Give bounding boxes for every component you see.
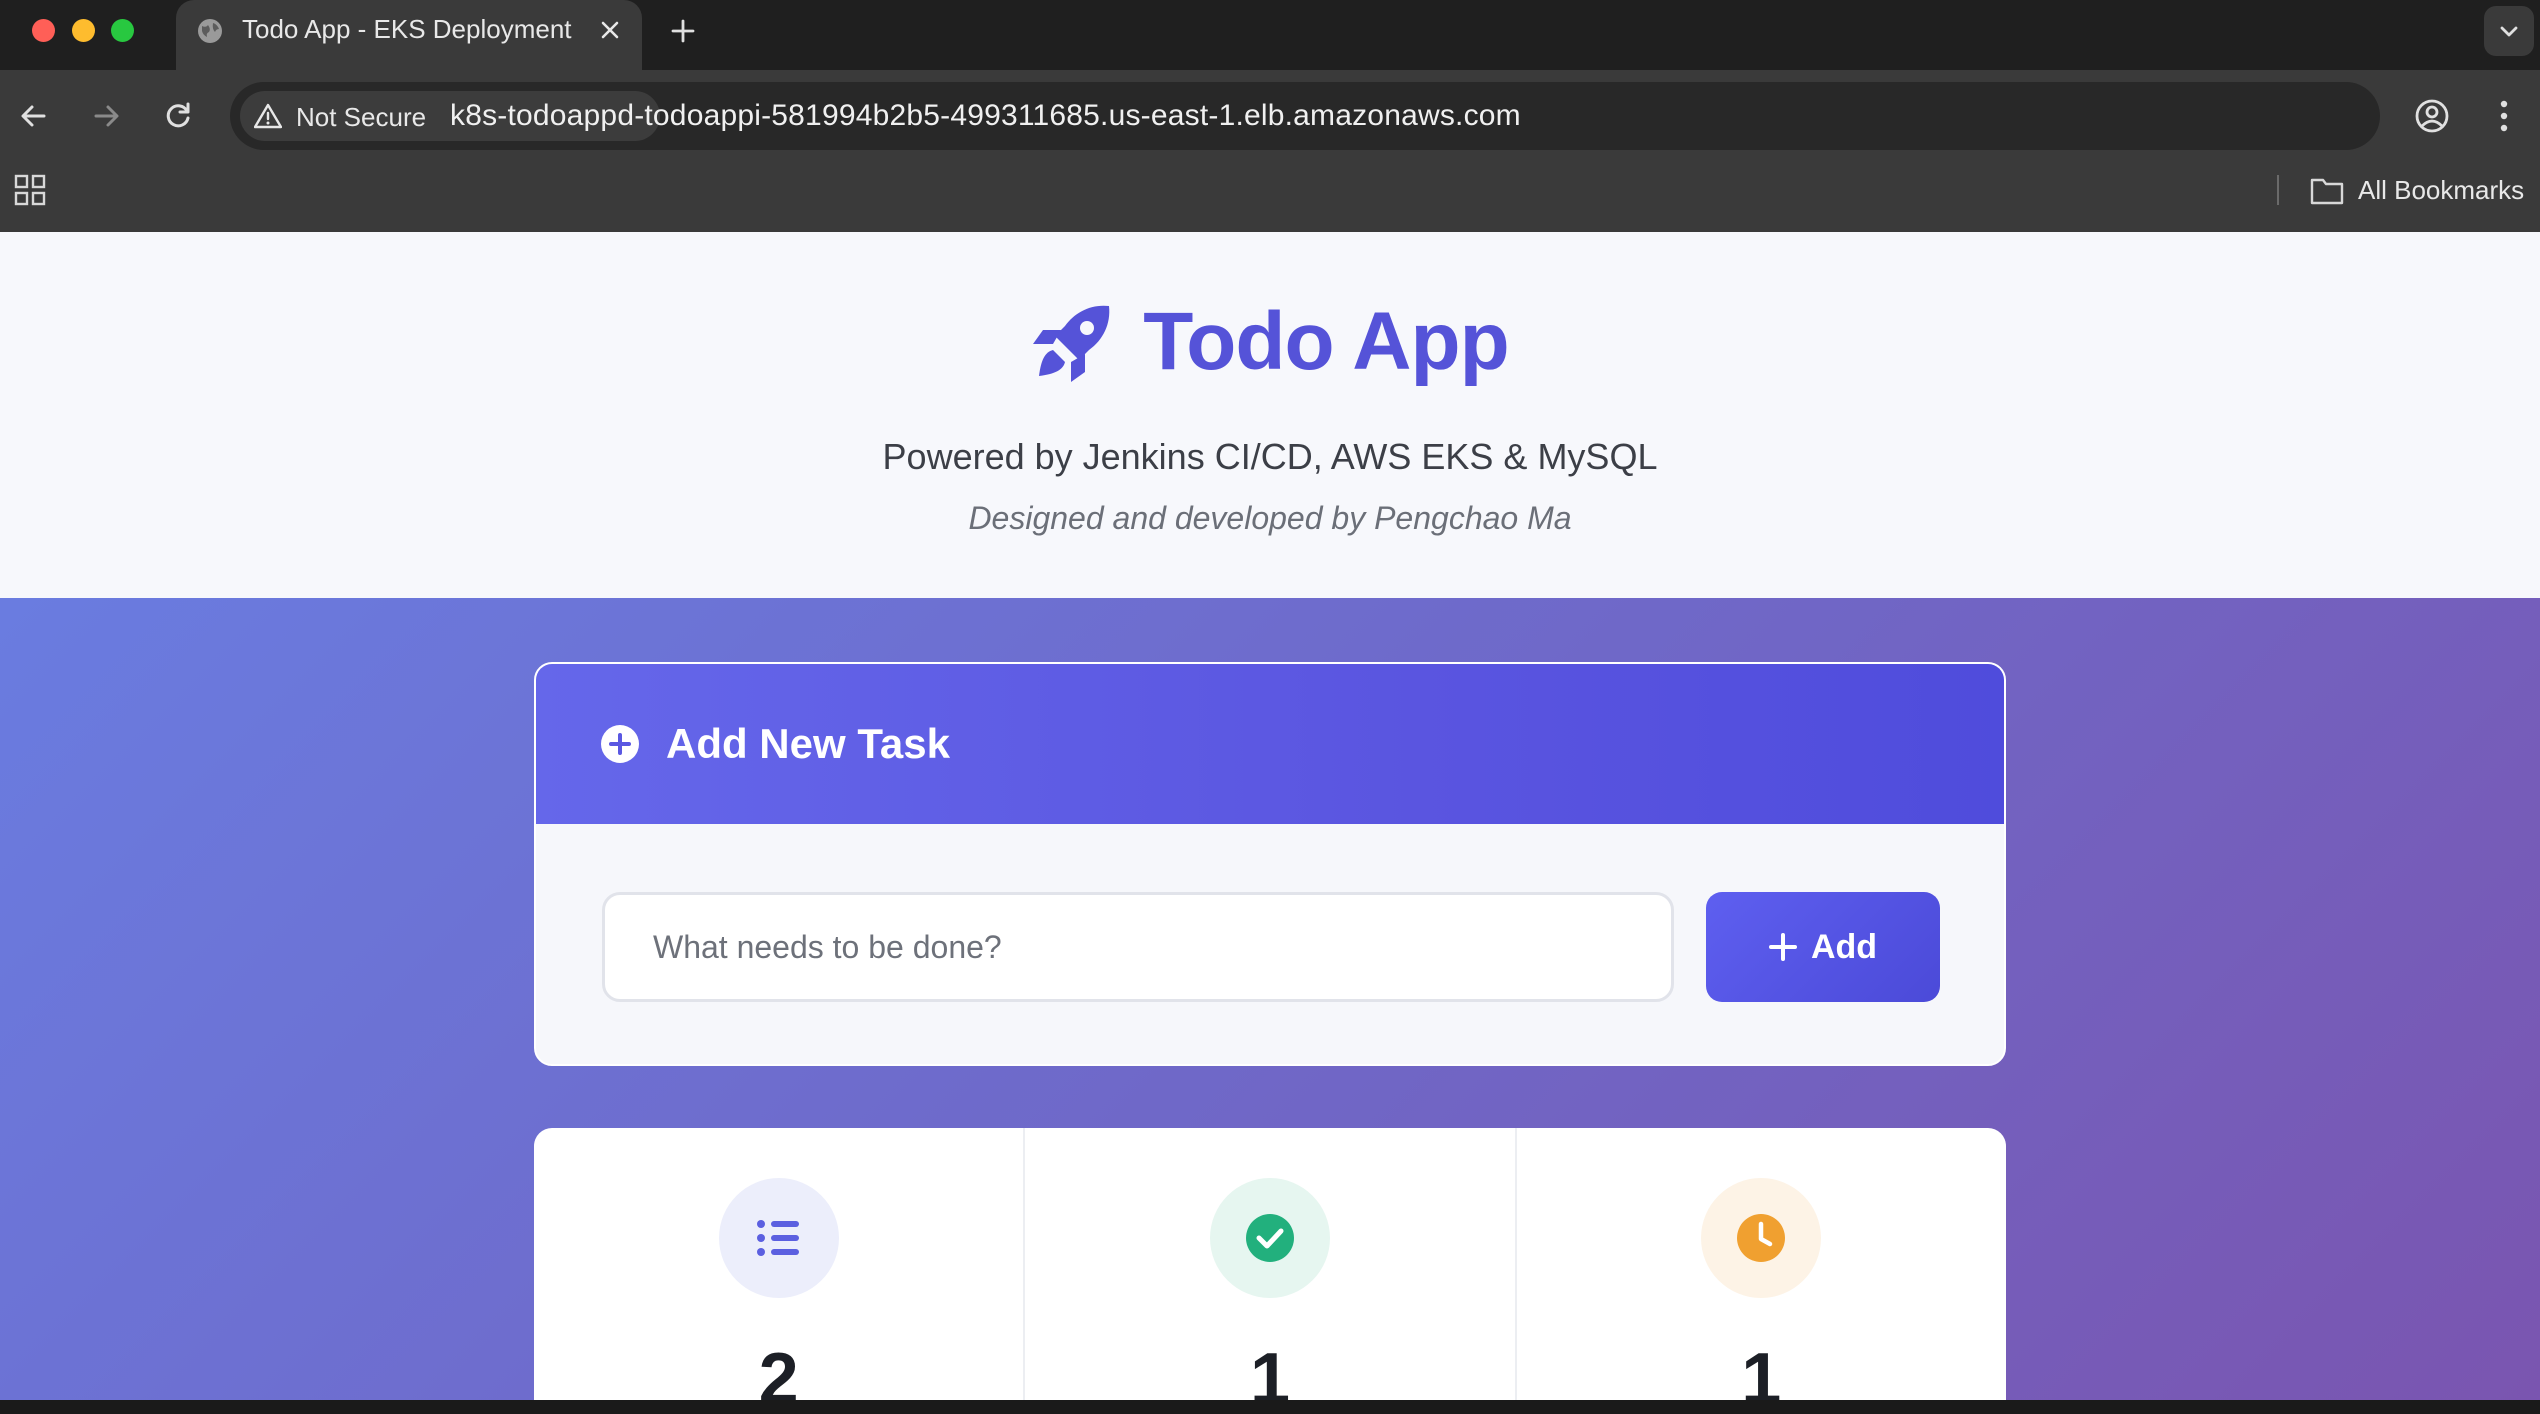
address-bar[interactable]: Not Secure k8s-todoappd-todoappi-581994b…: [230, 82, 2380, 150]
app-logo: Todo App: [0, 292, 2540, 392]
new-task-input[interactable]: [602, 892, 1674, 1002]
tab-bar: Todo App - EKS Deployment: [0, 0, 2540, 70]
plus-icon: [1768, 932, 1797, 961]
app-subtitle: Powered by Jenkins CI/CD, AWS EKS & MySQ…: [882, 436, 1658, 477]
window-bottom-edge: [0, 1400, 2540, 1414]
app-credit: Designed and developed by Pengchao Ma: [968, 500, 1572, 536]
back-arrow-icon[interactable]: [12, 94, 56, 138]
all-bookmarks-link[interactable]: All Bookmarks: [2358, 175, 2524, 206]
stat-pending-icon-wrap: [1701, 1178, 1822, 1298]
list-icon: [756, 1220, 799, 1256]
warning-icon: [254, 103, 282, 129]
apps-grid-icon[interactable]: [14, 174, 46, 206]
rocket-icon: [1033, 305, 1110, 382]
minimize-window-button[interactable]: [72, 19, 95, 42]
zoom-window-button[interactable]: [111, 19, 134, 42]
hero-header: Todo App Powered by Jenkins CI/CD, AWS E…: [0, 232, 2540, 598]
plus-circle-icon: [601, 725, 639, 763]
main-content: Add New Task Add: [0, 598, 2540, 1400]
add-task-card: Add New Task Add: [534, 662, 2006, 1066]
browser-toolbar: Not Secure k8s-todoappd-todoappi-581994b…: [0, 70, 2540, 162]
stat-completed: 1: [1023, 1128, 1514, 1400]
tab-title: Todo App - EKS Deployment: [242, 14, 572, 44]
forward-arrow-icon[interactable]: [84, 94, 128, 138]
new-tab-icon[interactable]: [666, 14, 700, 48]
profile-icon[interactable]: [2412, 96, 2452, 136]
chevron-down-icon: [2500, 26, 2518, 37]
app-title: Todo App: [1143, 296, 1509, 387]
tab-active[interactable]: Todo App - EKS Deployment: [176, 0, 642, 70]
add-button-label: Add: [1810, 927, 1878, 966]
page-viewport: Todo App Powered by Jenkins CI/CD, AWS E…: [0, 232, 2540, 1400]
stat-total: 2: [534, 1128, 1023, 1400]
url-text[interactable]: k8s-todoappd-todoappi-581994b2b5-4993116…: [450, 99, 1521, 133]
check-circle-icon: [1245, 1214, 1294, 1262]
stats-panel: 2 1 1: [534, 1128, 2006, 1400]
more-menu-icon[interactable]: [2484, 96, 2524, 136]
reload-icon[interactable]: [156, 94, 200, 138]
close-window-button[interactable]: [32, 19, 55, 42]
stat-pending-value: 1: [1741, 1339, 1782, 1400]
add-task-button[interactable]: Add: [1706, 892, 1940, 1002]
stat-total-icon-wrap: [718, 1178, 839, 1298]
stat-completed-value: 1: [1249, 1339, 1291, 1400]
add-task-heading: Add New Task: [666, 720, 950, 767]
stat-total-value: 2: [758, 1339, 799, 1400]
add-task-card-header: Add New Task: [536, 664, 2004, 824]
bookmarks-divider: [2277, 175, 2279, 205]
security-label: Not Secure: [296, 102, 427, 132]
folder-icon[interactable]: [2310, 176, 2344, 206]
tab-search-button[interactable]: [2484, 6, 2534, 56]
globe-icon: [198, 19, 222, 43]
close-tab-icon[interactable]: [596, 16, 624, 44]
clock-icon: [1737, 1214, 1786, 1262]
bookmarks-bar: [0, 162, 2540, 232]
stat-completed-icon-wrap: [1209, 1178, 1330, 1298]
stat-pending: 1: [1514, 1128, 2006, 1400]
